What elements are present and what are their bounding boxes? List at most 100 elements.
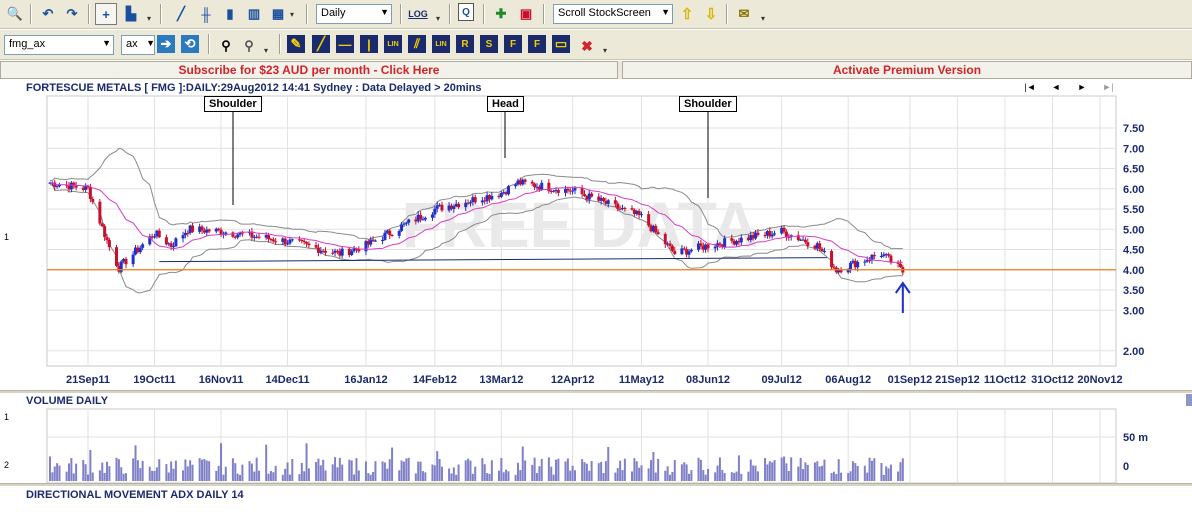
- scan-icon[interactable]: ⚲: [238, 35, 260, 57]
- volume-bar: [274, 465, 277, 481]
- activate-premium-link[interactable]: Activate Premium Version: [622, 61, 1192, 79]
- ohlc-chart-icon[interactable]: ╫: [195, 3, 217, 25]
- candle-body: [274, 241, 278, 243]
- candle-body: [340, 248, 344, 256]
- candle-body: [782, 227, 786, 232]
- nav-last-button[interactable]: ►|: [1098, 82, 1118, 92]
- lin-icon[interactable]: LIN: [384, 35, 402, 53]
- candle-body: [407, 219, 411, 223]
- nav-next-button[interactable]: ►: [1072, 82, 1092, 92]
- parallel-icon[interactable]: ⫽: [408, 35, 426, 53]
- crosshair-icon[interactable]: +: [95, 3, 117, 25]
- toolbar-grip[interactable]: ▾: [436, 14, 444, 26]
- arrow-up-icon[interactable]: ⇧: [676, 3, 698, 25]
- interval-select[interactable]: Daily ▼: [316, 4, 392, 24]
- volume-bar: [355, 458, 358, 481]
- scrollbar-thumb[interactable]: [1186, 394, 1192, 406]
- watermark: FREE DATA: [402, 189, 759, 261]
- exchange-select[interactable]: ax ▼: [121, 35, 155, 55]
- candle-body: [822, 250, 826, 252]
- candle-body: [433, 208, 437, 215]
- zoom-icon[interactable]: 🔍: [4, 3, 26, 25]
- print-icon[interactable]: ▣: [515, 3, 537, 25]
- volume-bar: [897, 471, 900, 481]
- volume-bar: [514, 474, 517, 481]
- subscribe-link[interactable]: Subscribe for $23 AUD per month - Click …: [0, 61, 618, 79]
- colored-bars-icon[interactable]: ▥: [243, 3, 265, 25]
- go-icon[interactable]: ➔: [157, 35, 175, 53]
- nav-prev-button[interactable]: ◄: [1046, 82, 1066, 92]
- add-icon[interactable]: ✚: [490, 3, 512, 25]
- text-icon[interactable]: ▭: [552, 35, 570, 53]
- interval-value: Daily: [321, 7, 346, 19]
- toolbar-grip[interactable]: ▾: [147, 14, 155, 26]
- hline-icon[interactable]: —: [336, 35, 354, 53]
- nav-first-button[interactable]: |◄: [1020, 82, 1040, 92]
- candlestick-icon[interactable]: ▮: [219, 3, 241, 25]
- binoculars-icon[interactable]: ⚲: [215, 35, 237, 57]
- candle-body: [124, 258, 128, 265]
- refresh-icon[interactable]: ⟲: [181, 35, 199, 53]
- new-chart-icon[interactable]: ▙: [120, 3, 142, 25]
- symbol-input[interactable]: fmg_ax ▼: [4, 35, 114, 55]
- lin2-icon[interactable]: LIN: [432, 35, 450, 53]
- toolbar-grip[interactable]: ▾: [603, 46, 611, 58]
- delete-icon[interactable]: ✖: [576, 35, 598, 57]
- volume-bar: [272, 472, 275, 481]
- x-tick-label: 16Nov11: [199, 374, 244, 386]
- toolbar-grip[interactable]: ▾: [264, 46, 272, 58]
- annotation-right-shoulder[interactable]: Shoulder: [679, 96, 737, 112]
- candle-body: [623, 208, 627, 210]
- toolbar-separator: [279, 34, 281, 54]
- scroll-stockscreen-select[interactable]: Scroll StockScreen ▼: [553, 4, 673, 24]
- volume-bar: [117, 459, 120, 481]
- volume-bar: [899, 462, 902, 481]
- forward-icon[interactable]: ↷: [61, 3, 83, 25]
- fx2-icon[interactable]: F: [528, 35, 546, 53]
- line-chart-icon[interactable]: ╱: [170, 3, 192, 25]
- trendline-icon[interactable]: ╱: [312, 35, 330, 53]
- log-scale-icon[interactable]: LOG: [407, 3, 429, 25]
- candle-body: [74, 185, 78, 188]
- volume-bar: [417, 461, 420, 481]
- candle-body: [172, 246, 176, 248]
- mixed-chart-icon[interactable]: ▦: [267, 3, 289, 25]
- volume-chart[interactable]: [0, 393, 1192, 485]
- candle-body: [115, 247, 119, 266]
- volume-bar: [588, 470, 591, 481]
- volume-bar: [604, 461, 607, 481]
- volume-bar: [557, 458, 560, 481]
- panel-divider[interactable]: [0, 483, 1192, 486]
- toolbar-grip[interactable]: ▾: [761, 14, 769, 26]
- r-icon[interactable]: R: [456, 35, 474, 53]
- candle-body: [739, 237, 743, 243]
- vline-icon[interactable]: |: [360, 35, 378, 53]
- chart-type-dropdown-icon[interactable]: ▾: [290, 10, 298, 22]
- volume-bar: [317, 458, 320, 481]
- fx-icon[interactable]: F: [504, 35, 522, 53]
- candle-body: [820, 248, 824, 252]
- volume-bar: [305, 443, 308, 481]
- pencil-icon[interactable]: ✎: [287, 35, 305, 53]
- price-chart[interactable]: 21Sep11 19Oct11 16Nov11 14Dec11 16Jan12 14Feb…: [0, 79, 1192, 387]
- volume-bar: [785, 463, 788, 481]
- volume-bar: [51, 472, 54, 481]
- email-icon[interactable]: ✉: [733, 3, 755, 25]
- annotation-left-shoulder[interactable]: Shoulder: [204, 96, 262, 112]
- x-tick-label: 12Apr12: [551, 374, 594, 386]
- volume-bar: [835, 474, 838, 481]
- volume-tick-label: 50 m: [1123, 432, 1149, 444]
- toolbar-separator: [483, 4, 485, 24]
- volume-bar: [771, 462, 774, 481]
- s-icon[interactable]: S: [480, 35, 498, 53]
- candle-body: [457, 203, 461, 208]
- candle-body: [540, 182, 544, 190]
- arrow-down-icon[interactable]: ⇩: [700, 3, 722, 25]
- y-tick-label: 5.00: [1123, 224, 1144, 236]
- quote-icon[interactable]: Q: [458, 3, 474, 21]
- y-tick-label: 6.00: [1123, 184, 1144, 196]
- candle-body: [314, 245, 318, 248]
- volume-bar: [740, 473, 743, 481]
- back-icon[interactable]: ↶: [37, 3, 59, 25]
- annotation-head[interactable]: Head: [487, 96, 524, 112]
